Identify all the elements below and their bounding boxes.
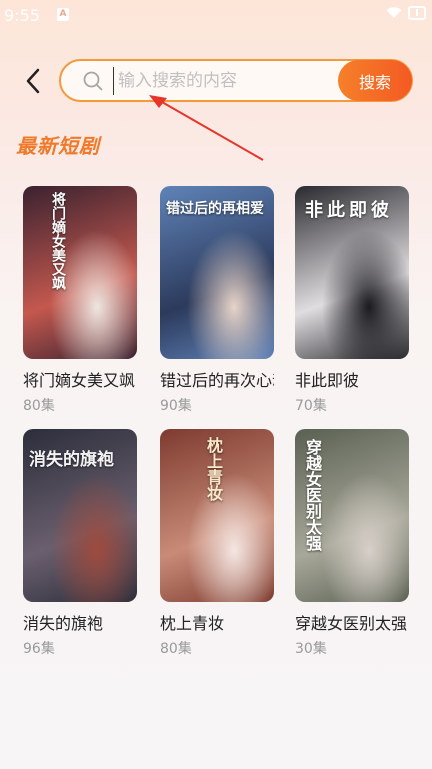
status-icons <box>386 6 426 20</box>
wifi-icon <box>386 7 402 18</box>
episode-count: 30集 <box>295 641 327 657</box>
episode-count: 80集 <box>160 641 192 657</box>
drama-title: 错过后的再次心动 <box>160 371 274 390</box>
episode-count: 70集 <box>295 398 327 414</box>
drama-title: 消失的旗袍 <box>23 614 104 633</box>
drama-card[interactable]: 穿越女医别太强 穿越女医别太强 30集 <box>295 429 409 658</box>
poster-title: 穿越女医别太强 <box>303 439 322 551</box>
search-button[interactable]: 搜索 <box>338 60 412 101</box>
poster-image: 将门嫡女美又飒 <box>23 186 137 359</box>
drama-title: 枕上青妆 <box>160 614 225 633</box>
poster-title: 枕上青妆 <box>204 437 223 501</box>
episode-count: 96集 <box>23 641 55 657</box>
poster-title: 消失的旗袍 <box>29 450 114 470</box>
status-time: 9:55 <box>4 6 40 25</box>
poster-image: 非此即彼 <box>295 186 409 359</box>
poster-title: 将门嫡女美又飒 <box>50 192 66 290</box>
search-input[interactable] <box>113 67 338 95</box>
drama-card[interactable]: 错过后的再相爱 错过后的再次心动 90集 <box>160 186 274 415</box>
drama-card[interactable]: 将门嫡女美又飒 将门嫡女美又飒 80集 <box>23 186 137 415</box>
annotation-arrow-icon <box>149 95 264 161</box>
poster-title: 错过后的再相爱 <box>166 201 264 217</box>
episode-count: 90集 <box>160 398 192 414</box>
poster-image: 消失的旗袍 <box>23 429 137 602</box>
notification-icon: A <box>57 8 69 21</box>
back-button[interactable] <box>18 66 48 96</box>
drama-title: 将门嫡女美又飒 <box>23 371 136 390</box>
status-bar: 9:55 A <box>0 0 432 30</box>
drama-title: 非此即彼 <box>295 371 360 390</box>
poster-image: 错过后的再相爱 <box>160 186 274 359</box>
poster-image: 枕上青妆 <box>160 429 274 602</box>
poster-title: 非此即彼 <box>305 200 393 221</box>
drama-card[interactable]: 非此即彼 非此即彼 70集 <box>295 186 409 415</box>
search-icon <box>83 71 103 91</box>
battery-icon <box>408 6 426 20</box>
section-title: 最新短剧 <box>16 134 100 158</box>
drama-card[interactable]: 消失的旗袍 消失的旗袍 96集 <box>23 429 137 658</box>
episode-count: 80集 <box>23 398 55 414</box>
drama-card[interactable]: 枕上青妆 枕上青妆 80集 <box>160 429 274 658</box>
drama-title: 穿越女医别太强 <box>295 614 408 633</box>
search-bar: 搜索 <box>59 59 413 102</box>
chevron-left-icon <box>26 68 40 94</box>
poster-image: 穿越女医别太强 <box>295 429 409 602</box>
